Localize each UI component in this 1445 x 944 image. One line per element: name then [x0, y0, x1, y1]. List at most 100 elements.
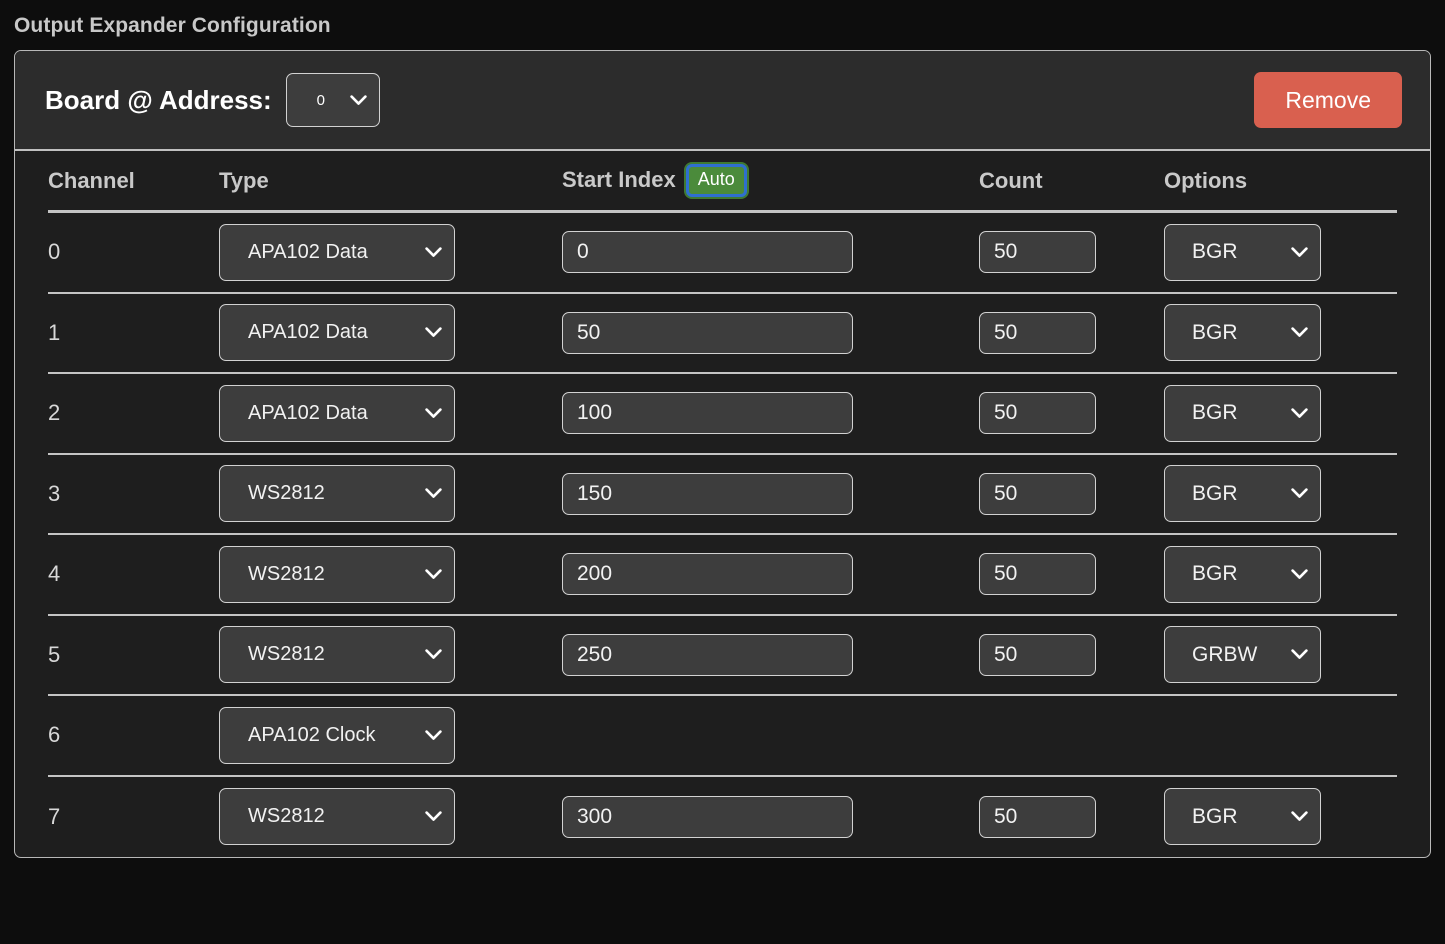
chevron-down-icon [425, 488, 442, 499]
start-index-input[interactable] [562, 553, 853, 596]
table-row: 3 WS2812 BGR [48, 455, 1397, 535]
count-input[interactable] [979, 795, 1096, 838]
chevron-down-icon [425, 408, 442, 419]
cell-options-empty [1164, 735, 1410, 736]
chevron-down-icon [425, 811, 442, 822]
cell-start-index [562, 392, 979, 435]
channel-type-select[interactable]: WS2812 [219, 788, 455, 846]
channel-type-value: APA102 Clock [248, 723, 376, 746]
start-index-input[interactable] [562, 392, 853, 435]
cell-channel: 2 [48, 400, 219, 426]
cell-count [979, 633, 1164, 676]
board-address-value: 0 [316, 91, 325, 109]
cell-type: APA102 Data [219, 384, 562, 442]
channel-number: 5 [48, 641, 61, 667]
cell-options: BGR [1164, 223, 1410, 281]
cell-type: WS2812 [219, 626, 562, 684]
header-label-type: Type [219, 167, 269, 193]
count-input[interactable] [979, 472, 1096, 515]
channel-type-select[interactable]: APA102 Clock [219, 706, 455, 764]
cell-type: WS2812 [219, 788, 562, 846]
header-cell-start-index: Start Index Auto [562, 164, 979, 197]
header-label-options: Options [1164, 167, 1248, 193]
color-order-select[interactable]: BGR [1164, 304, 1321, 362]
page-title: Output Expander Configuration [14, 14, 331, 37]
channel-type-select[interactable]: APA102 Data [219, 223, 455, 281]
chevron-down-icon [425, 327, 442, 338]
cell-count [979, 392, 1164, 435]
start-index-input[interactable] [562, 311, 853, 354]
channel-type-select[interactable]: WS2812 [219, 626, 455, 684]
channel-type-value: WS2812 [248, 482, 325, 505]
channel-number: 1 [48, 319, 61, 345]
board-address-select[interactable]: 0 [285, 73, 380, 127]
cell-type: WS2812 [219, 545, 562, 603]
table-row: 1 APA102 Data BGR [48, 294, 1397, 374]
color-order-select[interactable]: BGR [1164, 223, 1321, 281]
header-cell-count: Count [979, 168, 1164, 194]
cell-type: APA102 Data [219, 223, 562, 281]
channel-type-select[interactable]: WS2812 [219, 465, 455, 523]
cell-channel: 5 [48, 642, 219, 668]
channel-type-select[interactable]: APA102 Data [219, 304, 455, 362]
channel-number: 2 [48, 400, 61, 426]
table-row: 2 APA102 Data BGR [48, 374, 1397, 455]
count-input[interactable] [979, 311, 1096, 354]
start-index-input[interactable] [562, 472, 853, 515]
channel-type-value: APA102 Data [248, 321, 368, 344]
cell-start-index [562, 633, 979, 676]
count-input[interactable] [979, 553, 1096, 596]
chevron-down-icon [1291, 649, 1308, 660]
color-order-value: BGR [1192, 320, 1238, 344]
channel-type-value: WS2812 [248, 562, 325, 585]
remove-board-button[interactable]: Remove [1254, 71, 1402, 129]
cell-options: BGR [1164, 788, 1410, 846]
channel-type-value: APA102 Data [248, 401, 368, 424]
chevron-down-icon [1291, 247, 1308, 258]
color-order-value: BGR [1192, 562, 1238, 586]
header-label-count: Count [979, 167, 1043, 193]
cell-channel: 3 [48, 481, 219, 507]
channel-type-value: WS2812 [248, 643, 325, 666]
cell-count [979, 795, 1164, 838]
table-header-row: Channel Type Start Index Auto Count Opti… [48, 151, 1397, 213]
cell-count [979, 472, 1164, 515]
color-order-select[interactable]: BGR [1164, 465, 1321, 523]
count-input[interactable] [979, 633, 1096, 676]
count-input[interactable] [979, 392, 1096, 435]
channel-type-select[interactable]: APA102 Data [219, 384, 455, 442]
cell-start-index [562, 795, 979, 838]
start-index-input[interactable] [562, 633, 853, 676]
chevron-down-icon [1291, 327, 1308, 338]
cell-options: BGR [1164, 545, 1410, 603]
channel-number: 4 [48, 561, 61, 587]
table-row: 7 WS2812 BGR [48, 777, 1397, 858]
color-order-value: BGR [1192, 804, 1238, 828]
count-input[interactable] [979, 231, 1096, 274]
color-order-select[interactable]: BGR [1164, 384, 1321, 442]
color-order-value: BGR [1192, 481, 1238, 505]
color-order-select[interactable]: BGR [1164, 788, 1321, 846]
cell-channel: 4 [48, 561, 219, 587]
channel-number: 0 [48, 239, 61, 265]
cell-count [979, 311, 1164, 354]
color-order-select[interactable]: GRBW [1164, 626, 1321, 684]
color-order-value: GRBW [1192, 642, 1258, 666]
cell-channel: 0 [48, 239, 219, 265]
chevron-down-icon [1291, 811, 1308, 822]
channel-number: 6 [48, 722, 61, 748]
color-order-select[interactable]: BGR [1164, 545, 1321, 603]
start-index-input[interactable] [562, 795, 853, 838]
color-order-value: BGR [1192, 401, 1238, 425]
table-row: 6 APA102 Clock [48, 696, 1397, 777]
chevron-down-icon [1291, 488, 1308, 499]
board-header: Board @ Address: 0 Remove [15, 51, 1430, 151]
header-label-start-index: Start Index [562, 167, 676, 193]
start-index-input[interactable] [562, 231, 853, 274]
cell-type: WS2812 [219, 465, 562, 523]
cell-options: BGR [1164, 304, 1410, 362]
cell-count [979, 231, 1164, 274]
auto-start-index-button[interactable]: Auto [685, 164, 747, 197]
channel-type-select[interactable]: WS2812 [219, 545, 455, 603]
channel-number: 3 [48, 480, 61, 506]
